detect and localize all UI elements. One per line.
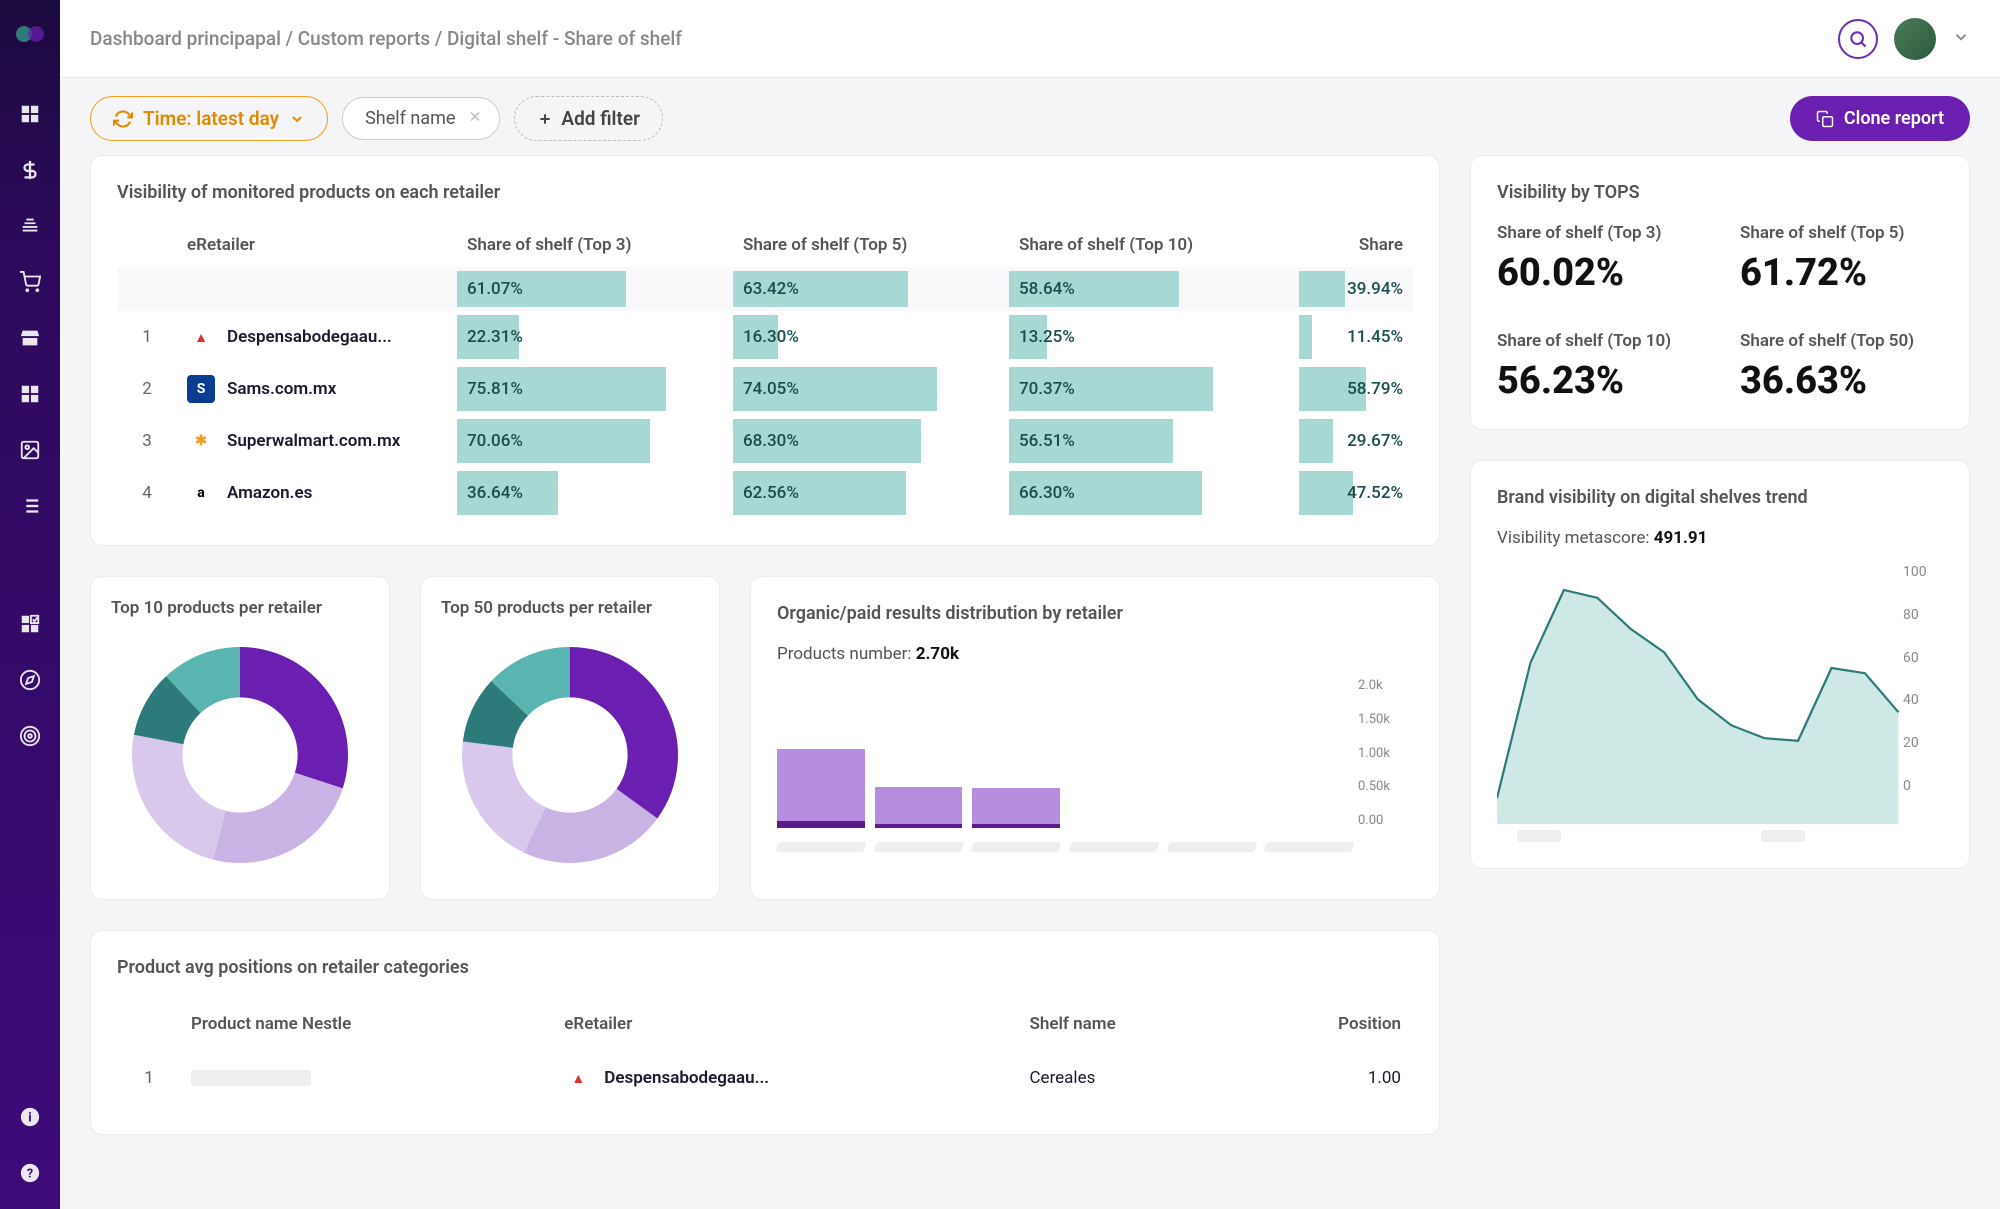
visibility-table-card: Visibility of monitored products on each… bbox=[90, 155, 1440, 546]
svg-text:?: ? bbox=[27, 1167, 33, 1182]
positions-table: Product name Nestle eRetailer Shelf name… bbox=[117, 998, 1413, 1108]
tops-metric: Share of shelf (Top 3)60.02% bbox=[1497, 223, 1700, 295]
bar-chart: 2.0k1.50k1.00k0.50k0.00 bbox=[777, 678, 1413, 828]
donut-chart bbox=[111, 635, 369, 875]
user-avatar[interactable] bbox=[1894, 18, 1936, 60]
card-title: Organic/paid results distribution by ret… bbox=[777, 603, 1413, 624]
clone-report-button[interactable]: Clone report bbox=[1790, 96, 1970, 141]
shelf-filter[interactable]: Shelf name bbox=[342, 97, 500, 140]
card-title: Visibility of monitored products on each… bbox=[117, 182, 1413, 203]
nav-target-icon[interactable] bbox=[18, 724, 42, 748]
chevron-down-icon bbox=[289, 111, 305, 127]
table-summary-row: 61.07%63.42%58.64%39.94% bbox=[117, 267, 1413, 311]
nav-store-icon[interactable] bbox=[18, 326, 42, 350]
card-title: Top 10 products per retailer bbox=[111, 597, 369, 619]
breadcrumb: Dashboard principapal / Custom reports /… bbox=[90, 27, 682, 50]
search-button[interactable] bbox=[1838, 19, 1878, 59]
nav-help-icon[interactable]: ? bbox=[18, 1161, 42, 1185]
nav-list-icon[interactable] bbox=[18, 494, 42, 518]
trend-card: Brand visibility on digital shelves tren… bbox=[1470, 460, 1970, 869]
nav-dashboard-icon[interactable] bbox=[18, 102, 42, 126]
nav-grid-icon[interactable] bbox=[18, 382, 42, 406]
bar-chart-card: Organic/paid results distribution by ret… bbox=[750, 576, 1440, 900]
app-logo bbox=[14, 18, 46, 50]
visibility-table: eRetailer Share of shelf (Top 3) Share o… bbox=[117, 223, 1413, 519]
nav-image-icon[interactable] bbox=[18, 438, 42, 462]
refresh-icon bbox=[113, 109, 133, 129]
copy-icon bbox=[1816, 110, 1834, 128]
plus-icon bbox=[537, 111, 553, 127]
svg-text:i: i bbox=[28, 1111, 31, 1126]
table-row[interactable]: 2 SSams.com.mx75.81%74.05%70.37%58.79% bbox=[117, 363, 1413, 415]
tops-metric: Share of shelf (Top 5)61.72% bbox=[1740, 223, 1943, 295]
metascore: Visibility metascore: 491.91 bbox=[1497, 528, 1943, 548]
nav-pricing-icon[interactable] bbox=[18, 158, 42, 182]
nav-cart-icon[interactable] bbox=[18, 270, 42, 294]
card-title: Visibility by TOPS bbox=[1497, 182, 1943, 203]
table-row[interactable]: 4 aAmazon.es36.64%62.56%66.30%47.52% bbox=[117, 467, 1413, 519]
topbar: Dashboard principapal / Custom reports /… bbox=[60, 0, 2000, 78]
nav-check-icon[interactable] bbox=[18, 612, 42, 636]
filter-bar: Time: latest day Shelf name Add filter C… bbox=[60, 78, 2000, 155]
trend-chart bbox=[1497, 564, 1943, 824]
table-row[interactable]: 1 ▲Despensabodegaau...22.31%16.30%13.25%… bbox=[117, 311, 1413, 363]
positions-card: Product avg positions on retailer catego… bbox=[90, 930, 1440, 1135]
donut-top50-card: Top 50 products per retailer bbox=[420, 576, 720, 900]
donut-chart bbox=[441, 635, 699, 875]
tops-metric: Share of shelf (Top 50)36.63% bbox=[1740, 331, 1943, 403]
card-title: Top 50 products per retailer bbox=[441, 597, 699, 619]
card-title: Brand visibility on digital shelves tren… bbox=[1497, 487, 1943, 508]
table-row[interactable]: 1 ▲Despensabodegaau... Cereales 1.00 bbox=[119, 1050, 1411, 1106]
table-row[interactable]: 3 ✱Superwalmart.com.mx70.06%68.30%56.51%… bbox=[117, 415, 1413, 467]
tops-card: Visibility by TOPS Share of shelf (Top 3… bbox=[1470, 155, 1970, 430]
close-icon[interactable] bbox=[467, 108, 483, 129]
products-count: Products number: 2.70k bbox=[777, 644, 1413, 664]
add-filter-button[interactable]: Add filter bbox=[514, 96, 663, 141]
time-filter[interactable]: Time: latest day bbox=[90, 96, 328, 141]
nav-compass-icon[interactable] bbox=[18, 668, 42, 692]
donut-top10-card: Top 10 products per retailer bbox=[90, 576, 390, 900]
sidebar: i ? bbox=[0, 0, 60, 1209]
card-title: Product avg positions on retailer catego… bbox=[117, 957, 1413, 978]
nav-stack-icon[interactable] bbox=[18, 214, 42, 238]
nav-info-icon[interactable]: i bbox=[18, 1105, 42, 1129]
chevron-down-icon[interactable] bbox=[1952, 28, 1970, 50]
tops-metric: Share of shelf (Top 10)56.23% bbox=[1497, 331, 1700, 403]
